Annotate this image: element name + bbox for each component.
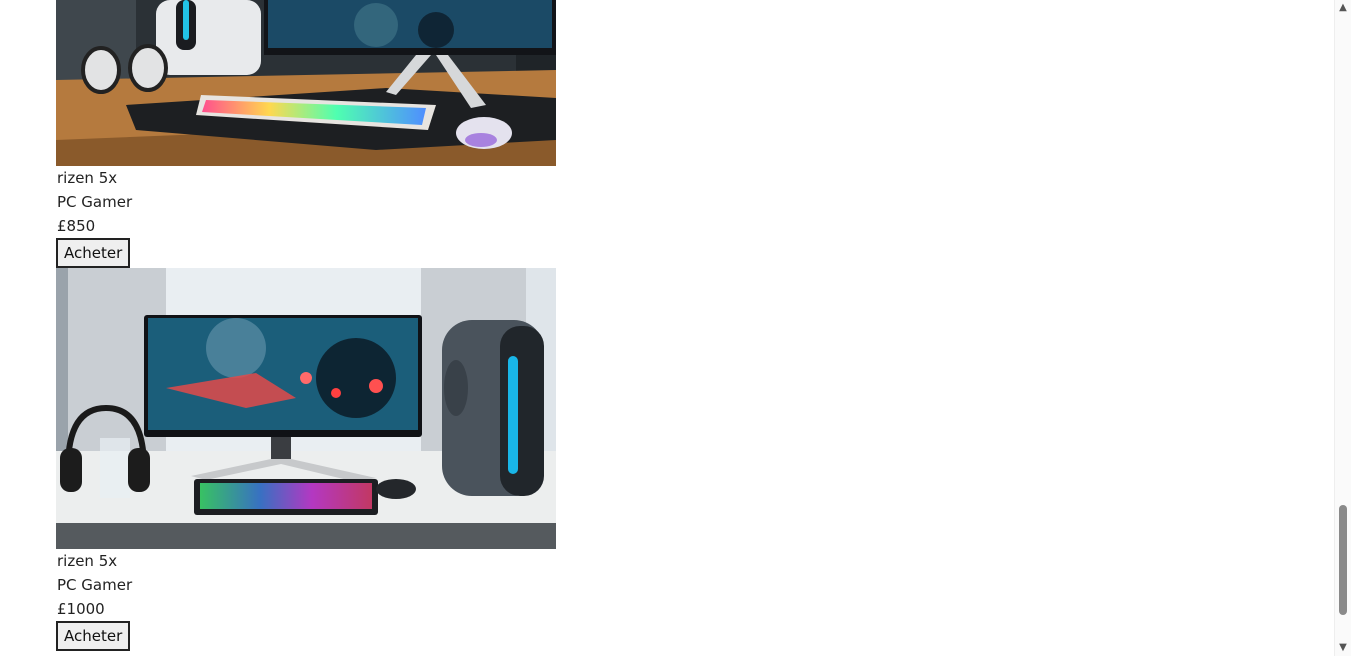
product-image xyxy=(56,268,556,549)
scroll-up-arrow-icon[interactable]: ▲ xyxy=(1338,3,1348,13)
product-category: PC Gamer xyxy=(57,193,133,211)
product-card: rizen 5x PC Gamer £1000 Acheter xyxy=(56,268,556,651)
scrollbar-thumb[interactable] xyxy=(1339,505,1347,615)
product-name: rizen 5x xyxy=(57,552,118,570)
product-category: PC Gamer xyxy=(57,576,133,594)
scroll-down-arrow-icon[interactable]: ▼ xyxy=(1338,643,1348,653)
product-image xyxy=(56,0,556,166)
product-price: £850 xyxy=(57,217,96,235)
page-viewport: rizen 5x PC Gamer £850 Acheter rizen 5x … xyxy=(0,0,1351,656)
vertical-scrollbar[interactable]: ▲ ▼ xyxy=(1334,0,1351,656)
product-card: rizen 5x PC Gamer £850 Acheter xyxy=(56,0,556,268)
product-name: rizen 5x xyxy=(57,169,118,187)
product-price: £1000 xyxy=(57,600,105,618)
product-list: rizen 5x PC Gamer £850 Acheter rizen 5x … xyxy=(56,0,556,651)
buy-button[interactable]: Acheter xyxy=(56,621,131,651)
buy-button[interactable]: Acheter xyxy=(56,238,131,268)
